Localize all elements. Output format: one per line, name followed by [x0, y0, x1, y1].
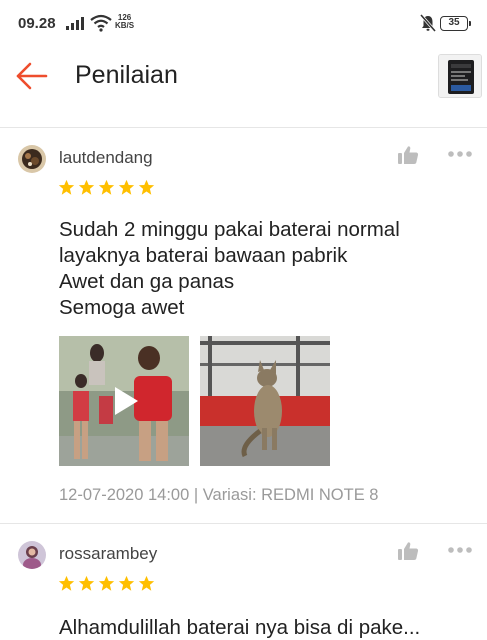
wifi-icon: [90, 14, 112, 32]
status-time: 09.28: [18, 15, 56, 32]
star-icon: [138, 179, 155, 195]
status-bar: 09.28 126 KB/S 35: [0, 0, 487, 46]
star-icon: [78, 179, 95, 195]
review-username: rossarambey: [59, 544, 158, 563]
more-dots-icon: [448, 547, 472, 553]
product-thumbnail[interactable]: [438, 54, 482, 98]
review-text: Alhamdulillah baterai nya bisa di pake..…: [59, 616, 421, 639]
arrow-left-icon: [16, 62, 48, 90]
review-username: lautdendang: [59, 148, 153, 167]
star-icon: [78, 575, 95, 591]
network-speed-unit: KB/S: [115, 21, 135, 30]
more-dots-icon: [448, 151, 472, 157]
like-button[interactable]: [397, 541, 419, 561]
more-options-button[interactable]: [447, 545, 473, 555]
photo-thumbnail-image: [200, 336, 330, 466]
star-icon: [98, 179, 115, 195]
battery-product-image: [439, 55, 481, 97]
avatar[interactable]: [18, 541, 46, 569]
star-icon: [118, 179, 135, 195]
review-item: rossarambey Alhamdulillah baterai nya bi…: [0, 525, 487, 640]
star-icon: [138, 575, 155, 591]
avatar[interactable]: [18, 145, 46, 173]
network-speed: 126 KB/S: [115, 14, 134, 30]
review-item: lautdendang Sudah 2 minggu pakai baterai…: [0, 129, 487, 524]
star-icon: [58, 179, 75, 195]
star-rating: [58, 179, 155, 197]
avatar-image: [18, 145, 46, 173]
more-options-button[interactable]: [447, 149, 473, 159]
avatar-image: [18, 541, 46, 569]
star-icon: [98, 575, 115, 591]
review-text: Sudah 2 minggu pakai baterai normal laya…: [59, 218, 400, 319]
signal-icon: [66, 17, 84, 30]
app-header: Penilaian: [0, 46, 487, 128]
thumbs-up-icon: [398, 542, 419, 560]
page-title: Penilaian: [75, 61, 178, 89]
review-video-thumbnail[interactable]: [59, 336, 189, 466]
review-photo-thumbnail[interactable]: [200, 336, 330, 466]
battery-level: 35: [448, 17, 460, 28]
battery-icon: 35: [440, 16, 471, 31]
star-icon: [118, 575, 135, 591]
review-meta: 12-07-2020 14:00 | Variasi: REDMI NOTE 8: [59, 486, 379, 504]
star-rating: [58, 575, 155, 593]
like-button[interactable]: [397, 145, 419, 165]
thumbs-up-icon: [398, 146, 419, 164]
play-icon: [115, 387, 138, 415]
mute-icon: [420, 14, 436, 32]
back-button[interactable]: [14, 60, 50, 92]
star-icon: [58, 575, 75, 591]
